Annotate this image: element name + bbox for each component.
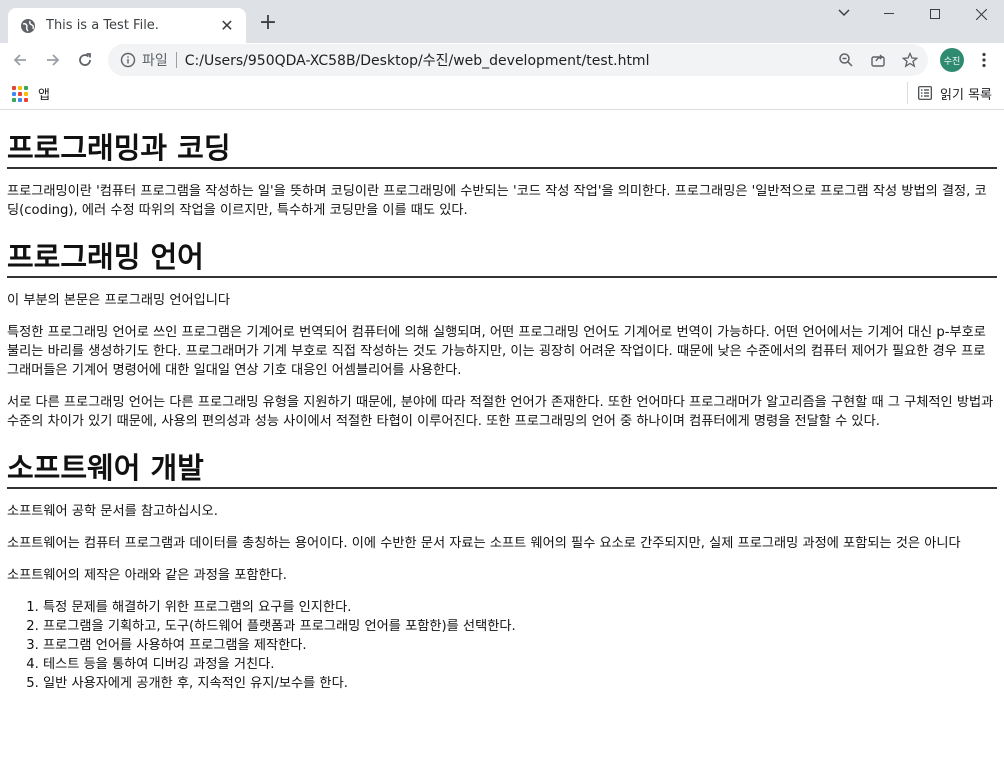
toolbar: 파일 C:/Users/950QDA-XC58B/Desktop/수진/web_… [0, 43, 1004, 77]
tab-title: This is a Test File. [46, 18, 159, 33]
share-icon[interactable] [866, 49, 890, 71]
bookmark-star-icon[interactable] [898, 49, 922, 71]
list-item: 프로그램을 기획하고, 도구(하드웨어 플랫폼과 프로그래밍 언어를 포함한)를… [43, 617, 997, 636]
paragraph: 소프트웨어는 컴퓨터 프로그램과 데이터를 총칭하는 용어이다. 이에 수반한 … [7, 536, 961, 551]
list-item: 프로그램 언어를 사용하여 프로그램을 제작한다. [43, 636, 997, 655]
address-bar[interactable]: 파일 C:/Users/950QDA-XC58B/Desktop/수진/web_… [108, 44, 928, 76]
zoom-icon[interactable] [834, 49, 858, 71]
paragraph: 서로 다른 프로그래밍 언어는 다른 프로그래밍 유형을 지원하기 때문에, 분… [7, 395, 994, 429]
heading-programming-language: 프로그래밍 언어 [7, 239, 997, 278]
url-text[interactable]: C:/Users/950QDA-XC58B/Desktop/수진/web_dev… [185, 50, 650, 70]
paragraph: 프로그래밍이란 '컴퓨터 프로그램을 작성하는 일'을 뜻하며 코딩이란 프로그… [7, 184, 987, 218]
process-steps-list: 특정 문제를 해결하기 위한 프로그램의 요구를 인지한다. 프로그램을 기획하… [7, 598, 997, 693]
back-button[interactable] [8, 48, 32, 72]
heading-software-development: 소프트웨어 개발 [7, 450, 997, 489]
list-item: 특정 문제를 해결하기 위한 프로그램의 요구를 인지한다. [43, 598, 997, 617]
heading-programming-coding: 프로그래밍과 코딩 [7, 130, 997, 169]
apps-shortcut[interactable]: 앱 [12, 84, 50, 103]
reading-list-label: 읽기 목록 [940, 87, 992, 103]
reload-button[interactable] [73, 48, 97, 72]
menu-kebab-icon[interactable] [974, 48, 994, 72]
paragraph: 특정한 프로그래밍 언어로 쓰인 프로그램은 기계어로 번역되어 컴퓨터에 의해… [7, 325, 986, 378]
tab-active[interactable]: This is a Test File. ✕ [8, 8, 246, 43]
list-item: 테스트 등을 통하여 디버깅 과정을 거친다. [43, 655, 997, 674]
profile-avatar[interactable]: 수진 [940, 48, 964, 72]
list-item: 일반 사용자에게 공개한 후, 지속적인 유지/보수를 한다. [43, 674, 997, 693]
paragraph: 이 부분의 본문은 프로그래밍 언어입니다 [7, 293, 231, 308]
paragraph: 소프트웨어 공학 문서를 참고하십시오. [7, 504, 218, 519]
globe-icon [20, 18, 36, 34]
window-controls [866, 0, 1004, 28]
forward-button[interactable] [41, 48, 65, 72]
reading-list-icon [918, 86, 932, 100]
new-tab-button[interactable]: + [256, 12, 280, 36]
apps-label: 앱 [38, 88, 50, 103]
tab-close-icon[interactable]: ✕ [218, 16, 236, 35]
close-window-button[interactable] [958, 0, 1004, 28]
url-divider [175, 52, 177, 68]
address-bar-actions [834, 49, 922, 71]
url-scheme-label: 파일 [142, 53, 168, 69]
page-content: 프로그래밍과 코딩 프로그래밍이란 '컴퓨터 프로그램을 작성하는 일'을 뜻하… [0, 130, 1004, 693]
bookmarks-bar: 앱 읽기 목록 [0, 77, 1004, 110]
tab-search-chevron-down-icon[interactable] [833, 2, 855, 24]
maximize-button[interactable] [912, 0, 958, 28]
info-icon[interactable] [120, 52, 136, 68]
minimize-button[interactable] [866, 0, 912, 28]
tab-strip: This is a Test File. ✕ + [0, 0, 1004, 43]
apps-grid-icon [12, 85, 28, 102]
paragraph: 소프트웨어의 제작은 아래와 같은 과정을 포함한다. [7, 568, 287, 583]
reading-list-button[interactable]: 읽기 목록 [907, 82, 992, 104]
